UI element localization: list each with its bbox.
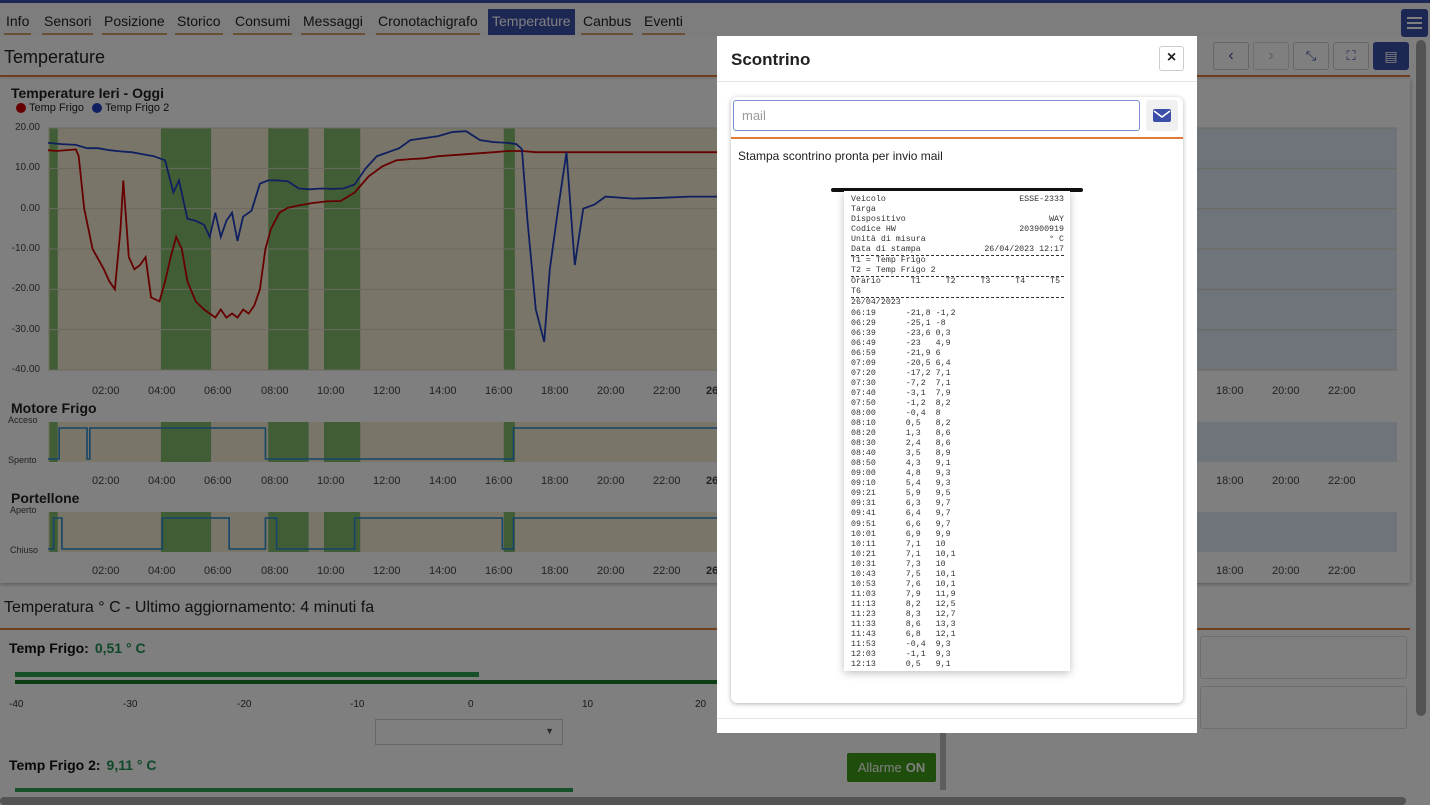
receipt-header-row: Unità di misura ° C [851, 235, 1064, 245]
receipt-row: 11:43 6,8 12,1 [851, 630, 956, 640]
receipt-row: 07:40 -3,1 7,9 [851, 388, 951, 398]
receipt-row: 10:11 7,1 10 [851, 539, 946, 549]
receipt-row: 09:41 6,4 9,7 [851, 509, 951, 519]
receipt-legend-line: T2 = Temp Frigo 2 [851, 266, 936, 276]
receipt-key: Dispositivo [851, 215, 906, 225]
close-icon[interactable]: × [1159, 46, 1184, 71]
card-divider [731, 137, 1183, 139]
receipt-header-row: Dispositivo WAY [851, 215, 1064, 225]
receipt-row: 06:29 -25,1 -8 [851, 318, 946, 328]
receipt-row: 09:00 4,8 9,3 [851, 469, 951, 479]
receipt-row: 11:23 8,3 12,7 [851, 609, 956, 619]
receipt-row: 11:13 8,2 12,5 [851, 599, 956, 609]
send-mail-button[interactable] [1146, 100, 1178, 131]
receipt-header-row: Veicolo ESSE-2333 [851, 195, 1064, 205]
receipt-row: 09:51 6,6 9,7 [851, 519, 951, 529]
receipt-header-row: Targa [851, 205, 1064, 215]
receipt-value: 26/04/2023 12:17 [984, 245, 1064, 255]
receipt-key: Unità di misura [851, 235, 926, 245]
receipt-row: 11:03 7,9 11,9 [851, 589, 956, 599]
receipt-row: 08:10 0,5 8,2 [851, 419, 951, 429]
ready-text: Stampa scontrino pronta per invio mail [738, 149, 943, 163]
receipt-key: Data di stampa [851, 245, 921, 255]
receipt-row: 10:31 7,3 10 [851, 559, 946, 569]
receipt-paper: Veicolo ESSE-2333 Targa Dispositivo WAY Codic… [844, 191, 1070, 671]
receipt-modal: Scontrino × Stampa scontrino pronta per … [717, 36, 1197, 733]
receipt-row: 06:59 -21,9 6 [851, 348, 941, 358]
receipt-row: 10:53 7,6 10,1 [851, 579, 956, 589]
modal-footer-divider [717, 718, 1197, 719]
receipt-row: 06:39 -23,6 0,3 [851, 328, 951, 338]
receipt-row: 09:31 6,3 9,7 [851, 499, 951, 509]
receipt-columns-2: T6 [851, 287, 861, 297]
receipt-value: WAY [1049, 215, 1064, 225]
receipt-row: 12:13 0,5 9,1 [851, 660, 951, 670]
modal-title: Scontrino [731, 50, 811, 69]
receipt-value: ESSE-2333 [1019, 195, 1064, 204]
receipt-row: 11:33 8,6 13,3 [851, 619, 956, 629]
receipt-row: 08:20 1,3 8,6 [851, 429, 951, 439]
receipt-row: 11:53 -0,4 9,3 [851, 640, 951, 650]
modal-header-divider [717, 81, 1197, 82]
receipt-row: 10:21 7,1 10,1 [851, 549, 956, 559]
receipt-row: 07:09 -20,5 6,4 [851, 358, 951, 368]
receipt-legend-line: T1 = Temp Frigo [851, 256, 926, 266]
receipt-date: 26/04/2023 [851, 298, 901, 308]
receipt-row: 08:50 4,3 9,1 [851, 459, 951, 469]
receipt-value: 203900919 [1019, 225, 1064, 235]
receipt-row: 08:40 3,5 8,9 [851, 449, 951, 459]
receipt-row: 12:03 -1,1 9,3 [851, 650, 951, 660]
receipt-value: ° C [1049, 235, 1064, 245]
receipt-columns: Orario T1 T2 T3 T4 T5 [851, 277, 1061, 287]
receipt-row: 09:21 5,9 9,5 [851, 489, 951, 499]
receipt-key: Targa [851, 205, 876, 215]
receipt-row: 10:43 7,5 10,1 [851, 569, 956, 579]
receipt-row: 08:00 -0,4 8 [851, 408, 941, 418]
receipt-row: 07:20 -17,2 7,1 [851, 368, 951, 378]
receipt-row: 08:30 2,4 8,6 [851, 439, 951, 449]
modal-backdrop[interactable] [0, 0, 1430, 805]
receipt-key: Codice HW [851, 225, 896, 235]
receipt-row: 09:10 5,4 9,3 [851, 479, 951, 489]
receipt-header-row: Data di stampa 26/04/2023 12:17 [851, 245, 1064, 255]
receipt-header-row: Codice HW 203900919 [851, 225, 1064, 235]
receipt-row: 07:30 -7,2 7,1 [851, 378, 951, 388]
receipt-row: 06:19 -21,8 -1,2 [851, 308, 956, 318]
receipt-row: 06:49 -23 4,9 [851, 338, 951, 348]
receipt-card: Stampa scontrino pronta per invio mail V… [731, 97, 1183, 703]
envelope-icon [1153, 109, 1171, 122]
receipt-row: 07:50 -1,2 8,2 [851, 398, 951, 408]
receipt-row: 10:01 6,9 9,9 [851, 529, 951, 539]
receipt-key: Veicolo [851, 195, 886, 204]
mail-input[interactable] [733, 100, 1140, 131]
